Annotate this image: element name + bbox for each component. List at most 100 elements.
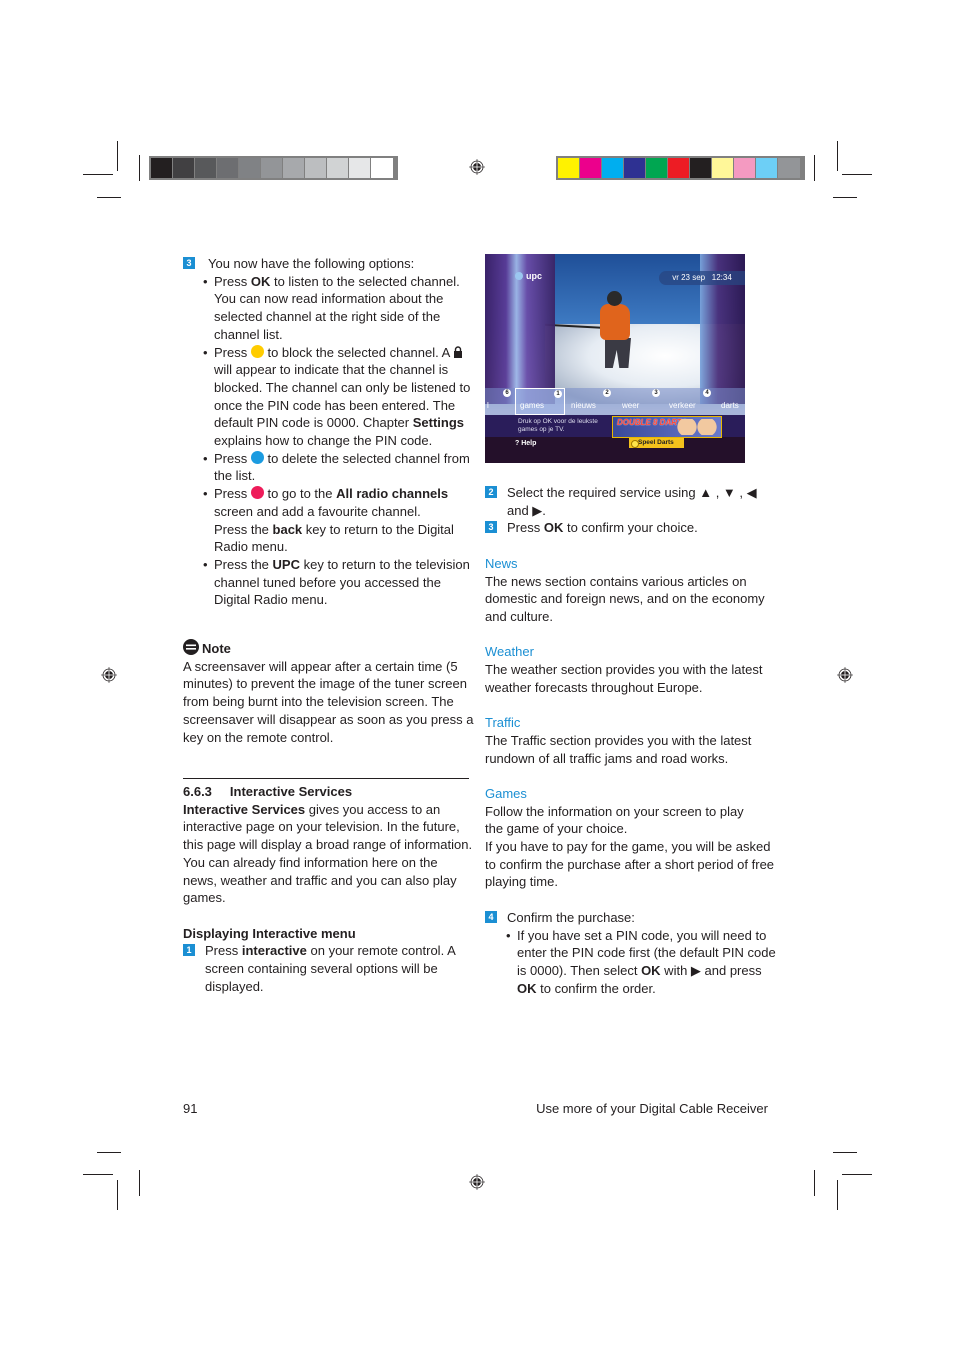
news-text: The news section contains various articl… [485, 573, 765, 624]
menu-tile-verkeer[interactable]: verkeer 4 [669, 388, 714, 415]
crop-mark [97, 1152, 121, 1153]
skier [600, 304, 630, 340]
registration-target-icon [469, 159, 485, 175]
color-swatch [756, 158, 778, 178]
skier [607, 291, 622, 306]
menu-tile[interactable]: l6 [485, 388, 515, 415]
step-number-badge: 4 [485, 910, 497, 923]
crop-mark [833, 1152, 857, 1153]
step-number-badge: 1 [183, 944, 195, 957]
note-text: A screensaver will appear after a certai… [183, 658, 474, 745]
gray-swatch [195, 158, 217, 178]
color-swatch [668, 158, 690, 178]
caricature-faces [677, 419, 717, 435]
news-heading: News [485, 555, 518, 571]
step-2-select-service: 2 Select the required service using ▲ , … [485, 484, 777, 519]
option-item: Press OK to listen to the selected chann… [203, 273, 475, 344]
left-column: 3 You now have the following options: Pr… [183, 255, 475, 609]
note-box: Note A screensaver will appear after a c… [183, 639, 475, 746]
note-heading: Note [183, 639, 475, 658]
registration-target-icon [837, 667, 853, 683]
interactive-services-section: 6.6.3 Interactive Services Interactive Se… [183, 783, 475, 995]
gray-swatch [239, 158, 261, 178]
color-swatch [580, 158, 602, 178]
color-swatch [558, 158, 580, 178]
color-swatch [624, 158, 646, 178]
crop-mark [139, 155, 140, 181]
step-number-badge: 2 [485, 486, 497, 498]
crop-mark [814, 155, 815, 181]
crop-mark [837, 141, 838, 171]
menu-tile-darts[interactable]: darts [721, 388, 745, 415]
hint-text: Druk op OK voor de leukste games op je T… [518, 418, 598, 433]
red-button-icon [250, 486, 264, 500]
play-darts-button[interactable]: Speel Darts [629, 438, 684, 448]
crop-mark [83, 174, 113, 175]
crop-mark [837, 1180, 838, 1210]
purchase-instruction: If you have set a PIN code, you will nee… [506, 927, 777, 998]
gray-swatch [305, 158, 327, 178]
weather-text: The weather section provides you with th… [485, 662, 763, 695]
menu-tile-nieuws[interactable]: nieuws 2 [571, 388, 619, 415]
step-3-options: 3 You now have the following options: [183, 255, 475, 273]
section-heading: 6.6.3 Interactive Services [183, 784, 353, 799]
games-heading: Games [485, 785, 527, 801]
crop-mark [814, 1170, 815, 1196]
help-label[interactable]: ? Help [515, 440, 536, 447]
menu-tile-weer[interactable]: weer 3 [622, 388, 667, 415]
option-item: Press to delete the selected channel fro… [203, 450, 475, 485]
color-swatch [602, 158, 624, 178]
step-4-confirm-purchase: 4 Confirm the purchase: [485, 909, 777, 927]
options-list: Press OK to listen to the selected chann… [183, 273, 475, 609]
step-number-badge: 3 [485, 521, 497, 534]
darts-promo-banner[interactable]: DOUBLE 8 DARTS [612, 416, 722, 438]
option-item: Press to go to the All radio channels sc… [203, 485, 475, 556]
section-divider [183, 778, 469, 779]
gray-swatch [173, 158, 195, 178]
gray-swatch [151, 158, 173, 178]
gray-swatch [283, 158, 305, 178]
right-column: 2 Select the required service using ▲ , … [485, 484, 777, 997]
date-time-display: vr 23 sep 12:34 [659, 271, 745, 285]
crop-mark [842, 174, 872, 175]
upc-logo: upc [515, 271, 542, 281]
traffic-text: The Traffic section provides you with th… [485, 732, 752, 766]
weather-heading: Weather [485, 644, 534, 660]
note-icon [183, 639, 199, 655]
traffic-heading: Traffic [485, 715, 521, 731]
gray-swatch [371, 158, 393, 178]
blue-button-icon [250, 450, 264, 464]
step-3-confirm: 3 Press OK to confirm your choice. [485, 519, 777, 537]
gray-swatch [327, 158, 349, 178]
games-text: If you have to pay for the game, you wil… [485, 839, 775, 890]
games-text: Follow the information on your screen to… [485, 803, 744, 837]
yellow-button-icon [250, 344, 264, 358]
registration-target-icon [469, 1174, 485, 1190]
lock-icon [454, 345, 463, 358]
step-number-badge: 3 [183, 257, 195, 269]
subheading-displaying-menu: Displaying Interactive menu [183, 925, 356, 941]
color-swatch [778, 158, 800, 178]
menu-tile-games[interactable]: games 1 [515, 388, 565, 415]
section-intro: Interactive Services gives you access to… [183, 801, 473, 906]
gray-swatch [349, 158, 371, 178]
crop-mark [83, 1174, 113, 1175]
grayscale-calibration-bar [149, 156, 398, 180]
color-swatch [646, 158, 668, 178]
crop-mark [97, 197, 121, 198]
color-swatch [734, 158, 756, 178]
crop-mark [833, 197, 857, 198]
step-1-press-interactive: 1 Press interactive on your remote contr… [183, 942, 475, 995]
running-footer-title: Use more of your Digital Cable Receiver [536, 1101, 768, 1116]
color-swatch [690, 158, 712, 178]
color-calibration-bar [556, 156, 805, 180]
gray-swatch [217, 158, 239, 178]
gray-swatch [261, 158, 283, 178]
step-intro: You now have the following options: [208, 256, 415, 271]
crop-mark [139, 1170, 140, 1196]
crop-mark [117, 1180, 118, 1210]
option-item: Press the UPC key to return to the telev… [203, 556, 475, 609]
page-number: 91 [183, 1101, 198, 1116]
tv-interactive-menu-screenshot: upc vr 23 sep 12:34 l6 games 1 nieuws 2 we… [485, 254, 745, 463]
color-swatch [712, 158, 734, 178]
